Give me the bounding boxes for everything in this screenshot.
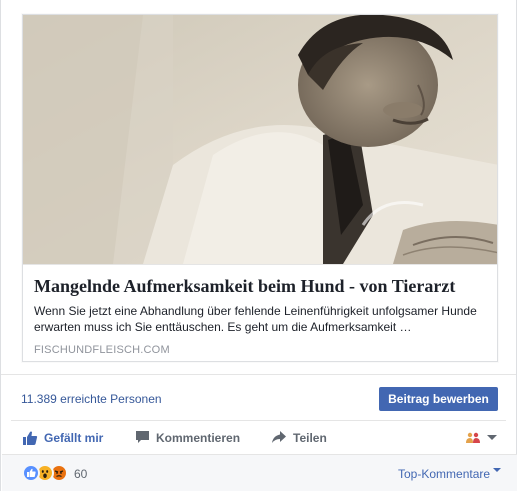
link-preview-image[interactable]: [23, 15, 497, 264]
link-domain: FISCHUNDFLEISCH.COM: [34, 344, 170, 356]
feed-post: Mangelnde Aufmerksamkeit beim Hund - von…: [0, 0, 517, 491]
audience-selector[interactable]: [465, 431, 498, 445]
like-label: Gefällt mir: [44, 431, 104, 445]
chevron-down-icon: [487, 435, 497, 440]
reaction-count[interactable]: 60: [74, 467, 87, 481]
comment-button[interactable]: Kommentieren: [135, 430, 240, 445]
action-bar: Gefällt mir Kommentieren Teilen: [11, 420, 506, 454]
sepia-photo-man-in-white-coat: [23, 15, 497, 264]
comment-icon: [136, 431, 149, 443]
thumbs-up-icon: [23, 431, 38, 445]
link-preview-text[interactable]: Mangelnde Aufmerksamkeit beim Hund - von…: [23, 264, 497, 361]
link-description: Wenn Sie jetzt eine Abhandlung über fehl…: [34, 304, 477, 334]
caret-down-icon: [493, 468, 502, 472]
reactions-bar: 60 Top-Kommentare: [2, 454, 517, 491]
comment-label: Kommentieren: [156, 430, 241, 445]
reach-count-link[interactable]: 11.389 erreichte Personen: [21, 392, 162, 406]
link-title[interactable]: Mangelnde Aufmerksamkeit beim Hund - von…: [34, 275, 488, 297]
share-label: Teilen: [293, 430, 327, 445]
comment-sort-dropdown[interactable]: Top-Kommentare: [398, 467, 502, 481]
link-preview-card[interactable]: Mangelnde Aufmerksamkeit beim Hund - von…: [22, 14, 498, 362]
like-button[interactable]: Gefällt mir: [22, 430, 103, 446]
friends-icon: [466, 432, 480, 443]
share-arrow-icon: [272, 431, 286, 443]
boost-post-button[interactable]: Beitrag bewerben: [379, 387, 498, 411]
cut-off-header: [1, 0, 517, 6]
reach-row: 11.389 erreichte Personen Beitrag bewerb…: [1, 374, 516, 420]
reaction-icons[interactable]: [22, 464, 78, 482]
share-button[interactable]: Teilen: [271, 430, 327, 445]
like-icon: [22, 464, 40, 482]
comment-sort-label: Top-Kommentare: [398, 467, 491, 481]
